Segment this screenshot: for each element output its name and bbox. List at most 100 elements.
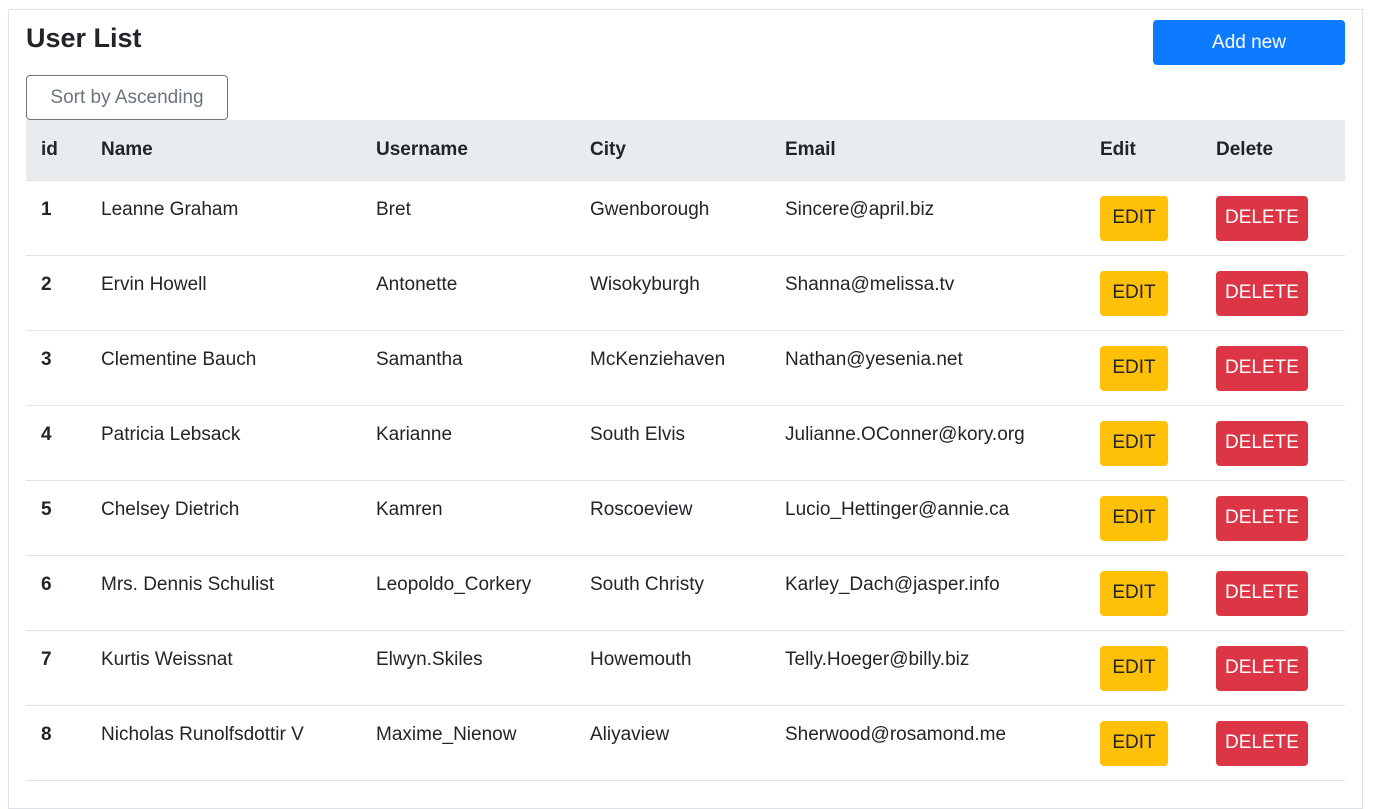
edit-button[interactable]: EDIT bbox=[1100, 570, 1168, 616]
delete-button[interactable]: DELETE bbox=[1216, 645, 1308, 691]
cell-name: Ervin Howell bbox=[86, 255, 361, 331]
cell-username-text: Antonette bbox=[376, 274, 458, 295]
cell-email-text: Lucio_Hettinger@annie.ca bbox=[785, 499, 1010, 520]
cell-city-text: McKenziehaven bbox=[590, 349, 726, 370]
cell-city-text: Roscoeview bbox=[590, 499, 693, 520]
cell-city-text: South Christy bbox=[590, 574, 705, 595]
sort-ascending-button[interactable]: Sort by Ascending bbox=[26, 75, 228, 120]
cell-delete: DELETE bbox=[1201, 555, 1345, 631]
cell-city: Gwenborough bbox=[575, 180, 770, 256]
cell-city-text: Aliyaview bbox=[590, 724, 670, 745]
cell-delete: DELETE bbox=[1201, 705, 1345, 781]
cell-id-text: 1 bbox=[41, 199, 52, 220]
delete-button[interactable]: DELETE bbox=[1216, 345, 1308, 391]
cell-name-text: Nicholas Runolfsdottir V bbox=[101, 724, 304, 745]
cell-id-text: 5 bbox=[41, 499, 52, 520]
cell-email: Telly.Hoeger@billy.biz bbox=[770, 630, 1085, 706]
cell-email: Sherwood@rosamond.me bbox=[770, 705, 1085, 781]
cell-id-text: 3 bbox=[41, 349, 52, 370]
cell-city: McKenziehaven bbox=[575, 330, 770, 406]
edit-button[interactable]: EDIT bbox=[1100, 720, 1168, 766]
cell-id-text: 8 bbox=[41, 724, 52, 745]
column-header-name: Name bbox=[86, 120, 361, 181]
table-row: 1 Leanne Graham Bret Gwenborough Sincere… bbox=[26, 180, 1345, 256]
edit-button[interactable]: EDIT bbox=[1100, 495, 1168, 541]
cell-username: Elwyn.Skiles bbox=[361, 630, 575, 706]
cell-id-text: 6 bbox=[41, 574, 52, 595]
cell-username: Leopoldo_Corkery bbox=[361, 555, 575, 631]
cell-username: Antonette bbox=[361, 255, 575, 331]
cell-username-text: Karianne bbox=[376, 424, 453, 445]
cell-city: Wisokyburgh bbox=[575, 255, 770, 331]
cell-username-text: Maxime_Nienow bbox=[376, 724, 517, 745]
cell-city-text: Wisokyburgh bbox=[590, 274, 700, 295]
column-header-email: Email bbox=[770, 120, 1085, 181]
cell-email-text: Sherwood@rosamond.me bbox=[785, 724, 1007, 745]
cell-name-text: Leanne Graham bbox=[101, 199, 239, 220]
cell-city: Roscoeview bbox=[575, 480, 770, 556]
cell-email: Julianne.OConner@kory.org bbox=[770, 405, 1085, 481]
cell-id: 4 bbox=[26, 405, 86, 481]
cell-id: 2 bbox=[26, 255, 86, 331]
cell-id: 1 bbox=[26, 180, 86, 256]
users-table: id Name Username City Email Edit Delete … bbox=[26, 120, 1345, 781]
table-row: 6 Mrs. Dennis Schulist Leopoldo_Corkery … bbox=[26, 555, 1345, 631]
column-header-username: Username bbox=[361, 120, 575, 181]
cell-username-text: Bret bbox=[376, 199, 411, 220]
delete-button[interactable]: DELETE bbox=[1216, 420, 1308, 466]
cell-id-text: 2 bbox=[41, 274, 52, 295]
cell-name-text: Kurtis Weissnat bbox=[101, 649, 233, 670]
cell-delete: DELETE bbox=[1201, 180, 1345, 256]
table-row: 7 Kurtis Weissnat Elwyn.Skiles Howemouth… bbox=[26, 630, 1345, 706]
delete-button[interactable]: DELETE bbox=[1216, 720, 1308, 766]
cell-name-text: Patricia Lebsack bbox=[101, 424, 241, 445]
delete-button[interactable]: DELETE bbox=[1216, 270, 1308, 316]
edit-button[interactable]: EDIT bbox=[1100, 270, 1168, 316]
table-row: 5 Chelsey Dietrich Kamren Roscoeview Luc… bbox=[26, 480, 1345, 556]
cell-name: Nicholas Runolfsdottir V bbox=[86, 705, 361, 781]
cell-username: Samantha bbox=[361, 330, 575, 406]
cell-email: Sincere@april.biz bbox=[770, 180, 1085, 256]
cell-username: Bret bbox=[361, 180, 575, 256]
edit-button[interactable]: EDIT bbox=[1100, 195, 1168, 241]
cell-id: 3 bbox=[26, 330, 86, 406]
table-row: 2 Ervin Howell Antonette Wisokyburgh Sha… bbox=[26, 255, 1345, 331]
cell-username: Maxime_Nienow bbox=[361, 705, 575, 781]
table-row: 4 Patricia Lebsack Karianne South Elvis … bbox=[26, 405, 1345, 481]
cell-city: South Elvis bbox=[575, 405, 770, 481]
cell-delete: DELETE bbox=[1201, 330, 1345, 406]
cell-username-text: Leopoldo_Corkery bbox=[376, 574, 532, 595]
table-header: id Name Username City Email Edit Delete bbox=[26, 120, 1345, 181]
cell-email-text: Telly.Hoeger@billy.biz bbox=[785, 649, 970, 670]
cell-edit: EDIT bbox=[1085, 255, 1201, 331]
edit-button[interactable]: EDIT bbox=[1100, 645, 1168, 691]
cell-username: Karianne bbox=[361, 405, 575, 481]
cell-username: Kamren bbox=[361, 480, 575, 556]
cell-name: Mrs. Dennis Schulist bbox=[86, 555, 361, 631]
cell-name-text: Clementine Bauch bbox=[101, 349, 257, 370]
table-row: 8 Nicholas Runolfsdottir V Maxime_Nienow… bbox=[26, 705, 1345, 781]
edit-button[interactable]: EDIT bbox=[1100, 345, 1168, 391]
table-row: 3 Clementine Bauch Samantha McKenziehave… bbox=[26, 330, 1345, 406]
cell-edit: EDIT bbox=[1085, 555, 1201, 631]
cell-city-text: South Elvis bbox=[590, 424, 686, 445]
cell-email-text: Sincere@april.biz bbox=[785, 199, 935, 220]
cell-id: 8 bbox=[26, 705, 86, 781]
cell-edit: EDIT bbox=[1085, 180, 1201, 256]
cell-id: 6 bbox=[26, 555, 86, 631]
cell-email-text: Karley_Dach@jasper.info bbox=[785, 574, 1000, 595]
delete-button[interactable]: DELETE bbox=[1216, 570, 1308, 616]
cell-edit: EDIT bbox=[1085, 705, 1201, 781]
add-new-button[interactable]: Add new bbox=[1153, 20, 1345, 65]
delete-button[interactable]: DELETE bbox=[1216, 195, 1308, 241]
edit-button[interactable]: EDIT bbox=[1100, 420, 1168, 466]
cell-edit: EDIT bbox=[1085, 480, 1201, 556]
cell-city-text: Gwenborough bbox=[590, 199, 710, 220]
table-header-row: id Name Username City Email Edit Delete bbox=[26, 120, 1345, 181]
delete-button[interactable]: DELETE bbox=[1216, 495, 1308, 541]
cell-name: Kurtis Weissnat bbox=[86, 630, 361, 706]
cell-name: Chelsey Dietrich bbox=[86, 480, 361, 556]
cell-edit: EDIT bbox=[1085, 630, 1201, 706]
cell-name-text: Ervin Howell bbox=[101, 274, 207, 295]
table-body: 1 Leanne Graham Bret Gwenborough Sincere… bbox=[26, 180, 1345, 781]
